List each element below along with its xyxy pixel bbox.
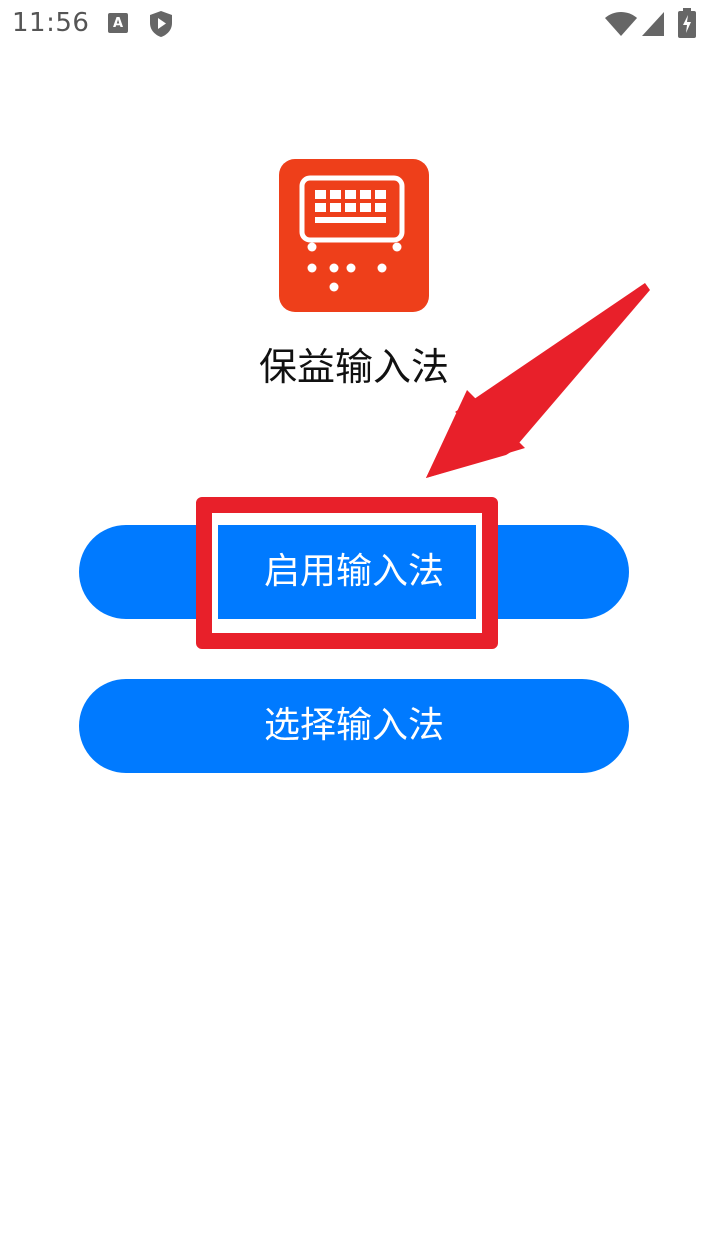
enable-input-method-button[interactable]: 启用输入法 bbox=[79, 525, 629, 619]
keyboard-app-icon bbox=[279, 159, 429, 312]
battery-charging-icon bbox=[678, 8, 696, 38]
signal-icon bbox=[642, 12, 664, 36]
keyboard-a-icon: A bbox=[108, 13, 128, 33]
svg-text:A: A bbox=[113, 16, 123, 31]
wifi-icon bbox=[605, 12, 637, 36]
screen: 11:56 A 保益输入法 启用输入法 选择输入法 bbox=[0, 0, 708, 1259]
select-input-method-button[interactable]: 选择输入法 bbox=[79, 679, 629, 773]
shield-play-icon bbox=[150, 11, 172, 37]
app-name: 保益输入法 bbox=[258, 345, 449, 389]
status-bar: 11:56 A bbox=[0, 0, 708, 48]
status-time: 11:56 bbox=[12, 8, 90, 38]
